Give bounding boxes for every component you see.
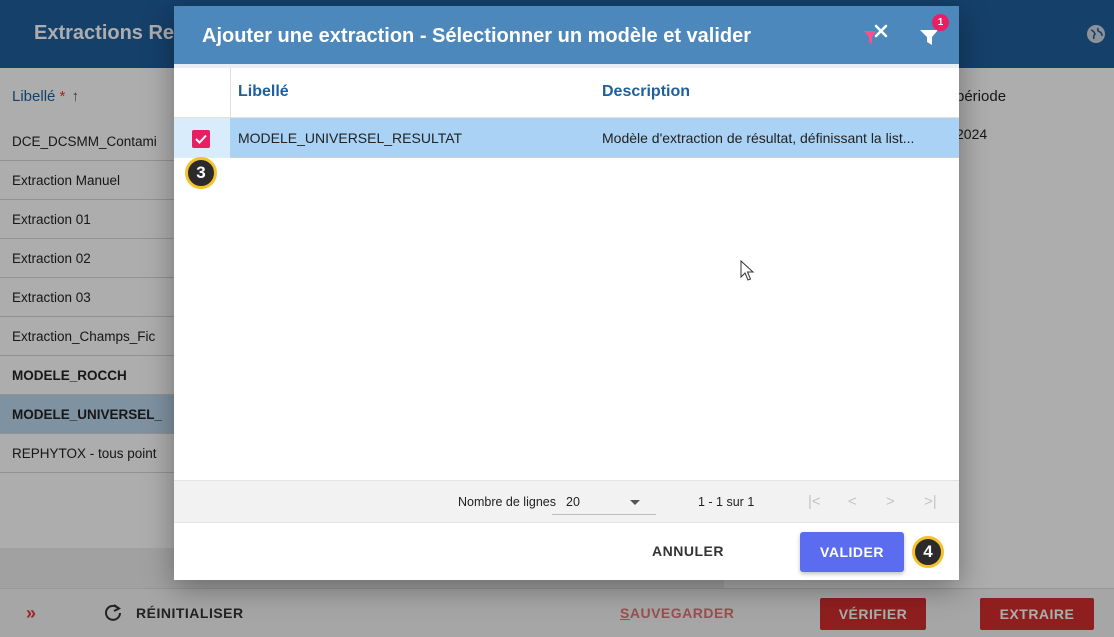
validate-button[interactable]: VALIDER (800, 532, 904, 572)
rows-per-page-select[interactable]: 20 (552, 489, 656, 515)
step-4-marker: 4 (912, 536, 944, 568)
column-divider (230, 68, 231, 118)
checkbox-checked-icon[interactable] (192, 130, 210, 148)
dialog-footer: ANNULER VALIDER 4 (174, 522, 959, 580)
first-page-icon[interactable]: |< (808, 493, 821, 510)
page-range-label: 1 - 1 sur 1 (698, 495, 755, 509)
cancel-button[interactable]: ANNULER (652, 543, 724, 559)
column-header-libelle[interactable]: Libellé (238, 83, 289, 101)
prev-page-icon[interactable]: < (848, 493, 857, 510)
mouse-cursor-icon (740, 260, 755, 281)
next-page-icon[interactable]: > (886, 493, 895, 510)
clear-filter-icon[interactable] (862, 22, 890, 48)
rows-per-page-value: 20 (566, 495, 580, 509)
last-page-icon[interactable]: >| (924, 493, 937, 510)
cell-description: Modèle d'extraction de résultat, définis… (602, 130, 915, 146)
step-3-marker: 3 (185, 157, 217, 189)
dialog-paginator: Nombre de lignes 20 1 - 1 sur 1 |< < > >… (174, 480, 959, 522)
filter-count-badge: 1 (932, 14, 949, 31)
row-select-cell[interactable] (174, 118, 230, 158)
dialog-header: Ajouter une extraction - Sélectionner un… (174, 6, 959, 64)
dialog-title: Ajouter une extraction - Sélectionner un… (202, 25, 752, 47)
chevron-down-icon (630, 500, 640, 505)
add-extraction-dialog: Ajouter une extraction - Sélectionner un… (174, 6, 959, 580)
column-header-description[interactable]: Description (602, 83, 690, 101)
rows-per-page-label: Nombre de lignes (458, 495, 556, 509)
table-row[interactable]: MODELE_UNIVERSEL_RESULTAT Modèle d'extra… (174, 118, 959, 158)
cell-libelle: MODELE_UNIVERSEL_RESULTAT (238, 130, 463, 146)
table-header: Libellé Description (174, 68, 959, 118)
